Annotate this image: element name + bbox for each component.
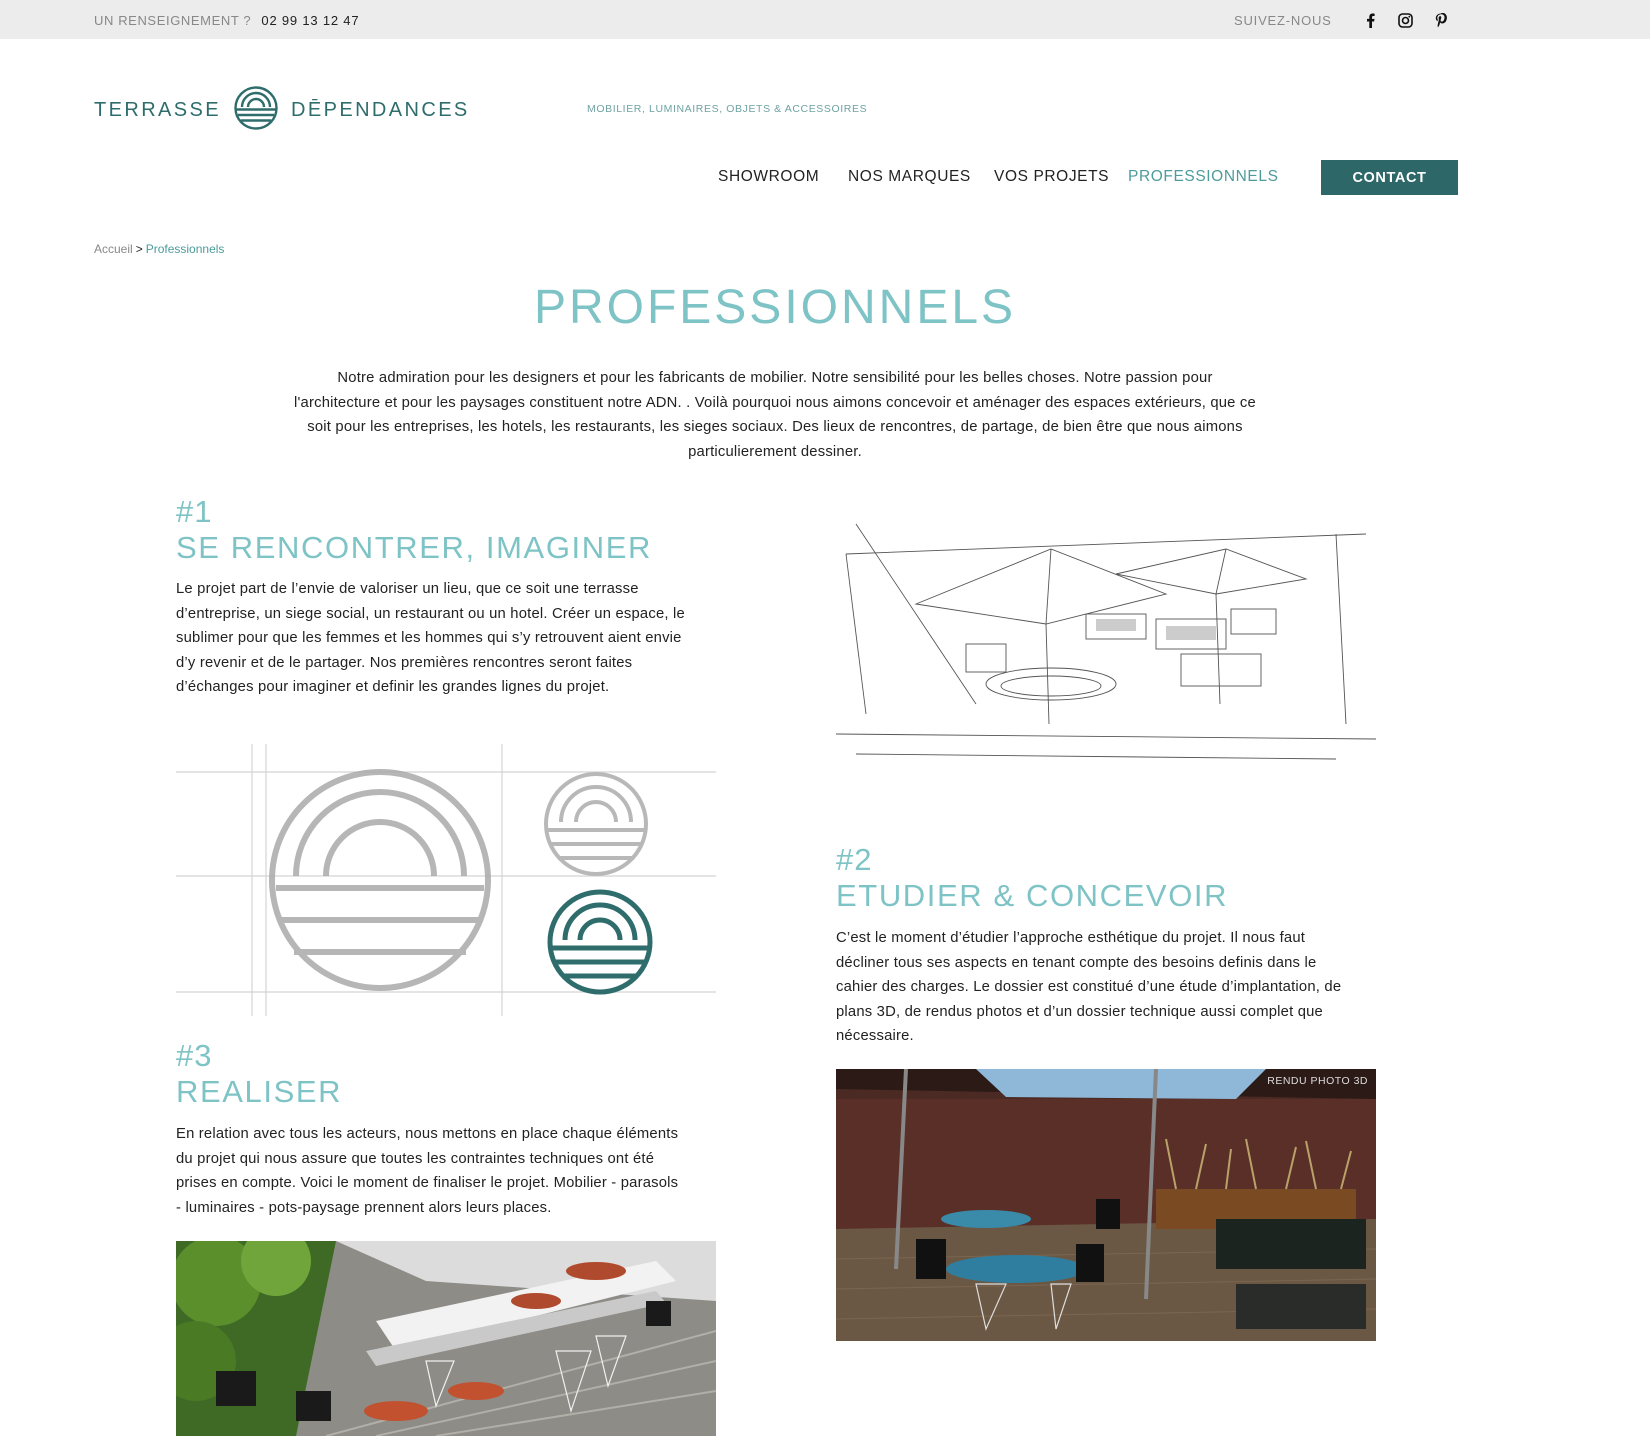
pinterest-icon[interactable] bbox=[1433, 12, 1449, 28]
breadcrumb: Accueil > Professionnels bbox=[94, 242, 224, 256]
text-line: décliner tous ses aspects en tenant comp… bbox=[836, 954, 1317, 971]
section-3-number: #3 bbox=[176, 1038, 213, 1073]
info-label: UN RENSEIGNEMENT ? bbox=[94, 13, 252, 28]
section-2-number: #2 bbox=[836, 842, 873, 877]
text-line: sublimer pour que les femmes et les homm… bbox=[176, 630, 682, 646]
section-1-text: Le projet part de l’envie de valoriser u… bbox=[176, 577, 721, 700]
text-line: d’entreprise, un siege social, un restau… bbox=[176, 605, 685, 622]
text-line: d’y revenir et de le partager. Nos premi… bbox=[176, 654, 633, 671]
sun-logo-icon bbox=[233, 85, 279, 136]
text-line: En relation avec tous les acteurs, nous … bbox=[176, 1126, 679, 1142]
contact-info: UN RENSEIGNEMENT ? 02 99 13 12 47 bbox=[94, 13, 359, 28]
page-title: PROFESSIONNELS bbox=[533, 281, 1017, 334]
logo-text-right: DĒPENDANCES bbox=[291, 98, 470, 121]
nav-professionnels[interactable]: PROFESSIONNELS bbox=[1128, 168, 1279, 186]
text-line: plans 3D, de rendus photos et d’un dossi… bbox=[836, 1003, 1323, 1020]
terrace-sketch-image bbox=[836, 514, 1376, 778]
breadcrumb-current: Professionnels bbox=[145, 242, 225, 256]
section-2-title: ETUDIER & CONCEVOIR bbox=[836, 878, 1229, 913]
nav-showroom[interactable]: SHOWROOM bbox=[718, 168, 819, 186]
section-1-number: #1 bbox=[176, 494, 213, 529]
breadcrumb-home[interactable]: Accueil bbox=[94, 242, 133, 256]
site-tagline: MOBILIER, LUMINAIRES, OBJETS & ACCESSOIR… bbox=[587, 103, 868, 115]
realisation-photo bbox=[176, 1241, 716, 1436]
render-3d-image: RENDU PHOTO 3D bbox=[836, 1069, 1376, 1341]
text-line: du projet qui nous assure que toutes les… bbox=[176, 1150, 655, 1167]
phone-number[interactable]: 02 99 13 12 47 bbox=[261, 13, 359, 28]
breadcrumb-separator: > bbox=[135, 242, 143, 256]
render-badge: RENDU PHOTO 3D bbox=[1267, 1075, 1368, 1087]
text-line: Le projet part de l’envie de valoriser u… bbox=[176, 581, 639, 597]
text-line: cahier des charges. Le dossier est const… bbox=[836, 979, 1342, 995]
contact-button[interactable]: CONTACT bbox=[1321, 160, 1458, 195]
text-line: d’échanges pour imaginer et definir les … bbox=[176, 679, 610, 695]
section-3-text: En relation avec tous les acteurs, nous … bbox=[176, 1122, 721, 1220]
section-1-title: SE RENCONTRER, IMAGINER bbox=[176, 530, 653, 565]
intro-line: particulierement dessiner. bbox=[688, 443, 862, 460]
text-line: nécessaire. bbox=[836, 1028, 914, 1044]
intro-text: Notre admiration pour les designers et p… bbox=[255, 366, 1295, 464]
nav-nos-marques[interactable]: NOS MARQUES bbox=[848, 168, 971, 186]
section-3-title: REALISER bbox=[176, 1074, 343, 1109]
logo-sketch-image bbox=[176, 744, 716, 1016]
instagram-icon[interactable] bbox=[1397, 12, 1413, 28]
facebook-icon[interactable] bbox=[1362, 12, 1378, 28]
text-line: C’est le moment d’étudier l’approche est… bbox=[836, 930, 1306, 946]
intro-line: l'architecture et pour les paysages cons… bbox=[294, 394, 1256, 411]
section-2-text: C’est le moment d’étudier l’approche est… bbox=[836, 926, 1381, 1049]
intro-line: Notre admiration pour les designers et p… bbox=[337, 370, 1213, 386]
logo-text-left: TERRASSE bbox=[94, 98, 222, 121]
text-line: - luminaires - pots-paysage prennent alo… bbox=[176, 1199, 552, 1216]
follow-label: SUIVEZ-NOUS bbox=[1234, 13, 1332, 28]
text-line: prises en compte. Voici le moment de fin… bbox=[176, 1175, 679, 1191]
nav-vos-projets[interactable]: VOS PROJETS bbox=[994, 168, 1109, 186]
top-bar: UN RENSEIGNEMENT ? 02 99 13 12 47 SUIVEZ… bbox=[0, 0, 1650, 39]
intro-line: soit pour les entreprises, les hotels, l… bbox=[307, 419, 1243, 435]
site-logo[interactable]: TERRASSE DĒPENDANCES bbox=[94, 85, 470, 136]
